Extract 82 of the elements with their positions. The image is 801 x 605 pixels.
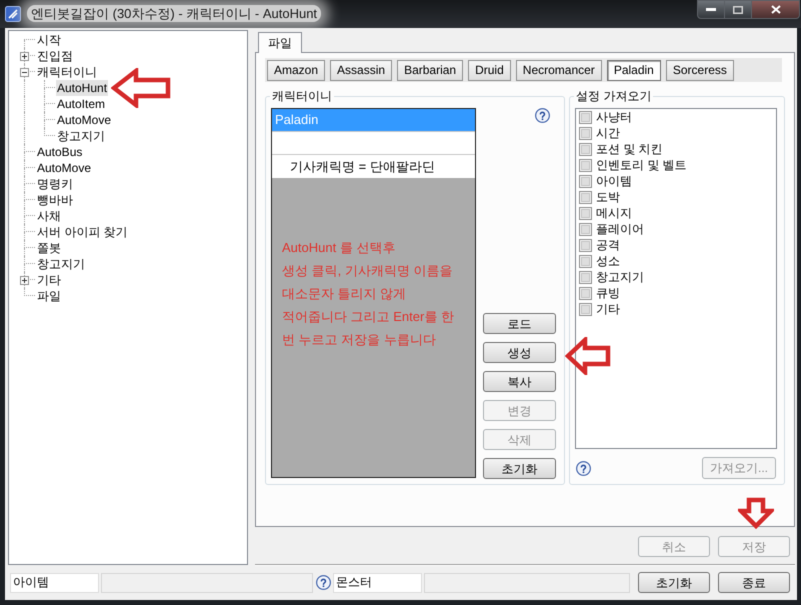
plus-box-icon[interactable] [20, 276, 29, 285]
option-label[interactable]: 플레이어 [596, 222, 644, 236]
plus-box-icon[interactable] [20, 52, 29, 61]
group-title: 캐릭터이니 [270, 89, 334, 103]
down-arrow-icon [738, 497, 774, 529]
class-tab[interactable]: Assassin [330, 60, 392, 80]
minimize-button[interactable] [697, 0, 725, 19]
tree-item[interactable]: 진입점 [36, 48, 74, 64]
checkbox[interactable] [579, 286, 592, 300]
option-label[interactable]: 기타 [596, 302, 620, 316]
option-label[interactable]: 시간 [596, 126, 620, 140]
close-button[interactable] [752, 0, 800, 19]
annotation-note: AutoHunt 를 선택후 생성 클릭, 기사캐릭명 이름을 대소문자 틀리지 않게 적어줍니다 그리고 Enter를 한 번 누르고 저장을 누릅니다 [281, 239, 455, 349]
checkbox[interactable] [579, 174, 592, 188]
tree-item[interactable]: AutoMove [56, 112, 112, 128]
option-label[interactable]: 도박 [596, 190, 620, 204]
tree-item[interactable]: 사채 [36, 208, 62, 224]
label-field: 아이템 [10, 572, 99, 592]
label-field: 몬스터 [333, 572, 422, 592]
class-tab[interactable]: Amazon [267, 60, 326, 80]
checkbox[interactable] [579, 254, 592, 268]
tree-item[interactable]: AutoBus [36, 144, 84, 160]
tree-item[interactable]: 캐릭터이니 [36, 64, 98, 80]
tab[interactable]: 파일 [258, 32, 302, 53]
create-button[interactable]: 생성 [483, 342, 556, 363]
checkbox[interactable] [579, 190, 592, 204]
tree-item[interactable]: 창고지기 [56, 128, 106, 144]
tree-item[interactable]: 서버 아이피 찾기 [36, 224, 129, 240]
help-icon[interactable] [576, 460, 591, 476]
option-label[interactable]: 공격 [596, 238, 620, 252]
tree-item[interactable]: 명령키 [36, 176, 74, 192]
reset-button[interactable]: 초기화 [483, 458, 556, 479]
character-list[interactable]: Paladin 기사캐릭명 = 단애팔라딘 AutoHunt 를 선택후 생성 클릭, 기사캐릭명 이름을 대소문자 틀리지 않게 적어줍니다 그리고 Enter를 한 번 누르고 저장을 누릅니다 [271, 108, 476, 478]
tree-item[interactable]: 뺑바바 [36, 192, 74, 208]
class-tab[interactable]: Paladin [606, 60, 661, 80]
tree-item[interactable]: 창고지기 [36, 256, 86, 272]
checkbox[interactable] [579, 206, 592, 220]
minimize-icon [706, 8, 716, 11]
tree-item[interactable]: AutoItem [56, 96, 106, 112]
help-icon[interactable] [316, 575, 331, 590]
checkbox[interactable] [579, 270, 592, 284]
help-icon[interactable] [535, 108, 550, 123]
class-tab[interactable]: Barbarian [397, 60, 464, 80]
option-label[interactable]: 메시지 [596, 206, 632, 220]
checkbox[interactable] [579, 142, 592, 156]
tree-item[interactable]: AutoMove [36, 160, 92, 176]
option-label[interactable]: 아이템 [596, 174, 632, 188]
option-label[interactable]: 포션 및 치킨 [596, 142, 663, 156]
option-label[interactable]: 성소 [596, 254, 620, 268]
reset-button[interactable]: 초기화 [638, 572, 710, 593]
class-tab[interactable]: Druid [468, 60, 511, 80]
copy-button[interactable]: 복사 [483, 371, 556, 392]
tree-item[interactable]: 파일 [36, 288, 62, 304]
close-icon [770, 5, 780, 14]
checkbox[interactable] [579, 238, 592, 252]
class-tab[interactable]: Necromancer [516, 60, 602, 80]
option-label[interactable]: 창고지기 [596, 270, 644, 284]
checkbox[interactable] [579, 302, 592, 316]
tree-item[interactable]: AutoHunt [56, 80, 108, 96]
checkbox[interactable] [579, 222, 592, 236]
checkbox[interactable] [579, 158, 592, 172]
option-label[interactable]: 인벤토리 및 벨트 [596, 158, 687, 172]
minus-box-icon[interactable] [20, 68, 29, 77]
list-item[interactable] [272, 132, 475, 155]
option-label[interactable]: 사냥터 [596, 110, 632, 124]
left-arrow-icon [111, 68, 171, 108]
left-arrow-icon [565, 337, 611, 375]
app-icon [5, 6, 21, 22]
exit-button[interactable]: 종료 [718, 572, 790, 593]
list-item[interactable]: 기사캐릭명 = 단애팔라딘 [272, 155, 475, 178]
maximize-button[interactable] [725, 0, 752, 19]
tree-item[interactable]: 기타 [36, 272, 62, 288]
option-label[interactable]: 큐빙 [596, 286, 620, 300]
window-title: 엔티봇길잡이 (30차수정) - 캐릭터이니 - AutoHunt [27, 5, 322, 22]
tree-item[interactable]: 시작 [36, 32, 62, 48]
group-title: 설정 가져오기 [574, 89, 654, 103]
load-button[interactable]: 로드 [483, 313, 556, 334]
checkbox[interactable] [579, 110, 592, 124]
tree-item[interactable]: 쫄봇 [36, 240, 62, 256]
maximize-icon [733, 6, 743, 14]
class-tab[interactable]: Sorceress [666, 60, 734, 80]
checkbox[interactable] [579, 126, 592, 140]
